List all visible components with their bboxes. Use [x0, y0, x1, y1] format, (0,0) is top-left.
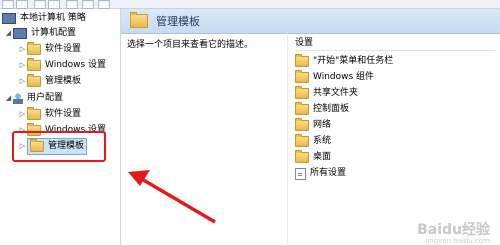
forward-button[interactable] [16, 0, 28, 9]
expand-arrow-icon[interactable]: ▷ [18, 74, 27, 89]
user-icon [13, 93, 23, 104]
list-item-control-panel[interactable]: 控制面板 [295, 102, 349, 117]
details-title: 管理模板 [156, 15, 200, 28]
tree-node-root[interactable]: 本地计算机 策略 [2, 11, 86, 26]
list-item-desktop[interactable]: 桌面 [295, 150, 331, 165]
annotation-highlight-box [12, 131, 106, 162]
list-item-system[interactable]: 系统 [295, 134, 331, 149]
list-item-windows-components[interactable]: Windows 组件 [295, 70, 374, 85]
list-item-label: 所有设置 [310, 168, 347, 178]
tree-node-computer-config[interactable]: ◢ 计算机配置 [4, 26, 76, 41]
list-item-start-menu[interactable]: "开始"菜单和任务栏 [295, 54, 393, 69]
tree-node-label: 计算机配置 [31, 28, 77, 38]
tree-node-label: 软件设置 [45, 44, 82, 54]
collapse-arrow-icon[interactable]: ◢ [4, 26, 13, 41]
list-item-label: 系统 [313, 136, 332, 146]
folder-icon [295, 54, 309, 67]
computer-policy-icon [2, 13, 16, 24]
watermark-url: jingyan.baidu.com [425, 237, 490, 245]
settings-document-icon [295, 167, 306, 180]
folder-icon [27, 74, 41, 87]
list-item-shared-folders[interactable]: 共享文件夹 [295, 86, 358, 101]
expand-arrow-icon[interactable]: ▷ [18, 107, 27, 122]
folder-icon [295, 134, 309, 147]
list-item-label: 控制面板 [313, 104, 350, 114]
details-pane: 管理模板 选择一个项目来查看它的描述。 设置 "开始"菜单和任务栏 Window… [121, 9, 500, 245]
list-item-label: "开始"菜单和任务栏 [313, 56, 394, 66]
folder-icon [27, 58, 41, 71]
list-item-network[interactable]: 网络 [295, 118, 331, 133]
folder-icon [130, 12, 148, 28]
folder-icon [295, 118, 309, 131]
folder-icon [295, 70, 309, 83]
back-button[interactable] [2, 0, 14, 9]
help-button[interactable] [82, 0, 94, 9]
tree-node-label: Windows 设置 [45, 60, 107, 70]
tree-node-software-settings-user[interactable]: ▷ 软件设置 [18, 107, 81, 122]
description-text: 选择一个项目来查看它的描述。 [127, 40, 254, 50]
watermark-logo: Baidu经验 [417, 222, 490, 238]
folder-icon [27, 42, 41, 55]
show-hide-tree-button[interactable] [48, 0, 60, 9]
collapse-arrow-icon[interactable]: ◢ [4, 91, 13, 106]
up-button[interactable] [34, 0, 46, 9]
computer-icon [13, 28, 27, 39]
properties-button[interactable] [66, 0, 78, 9]
toolbar [0, 0, 500, 9]
list-item-label: 桌面 [313, 152, 332, 162]
tree-node-label: 本地计算机 策略 [20, 13, 86, 23]
filter-button[interactable] [98, 0, 110, 9]
column-header-setting[interactable]: 设置 [295, 36, 495, 51]
list-item-label: 网络 [313, 120, 332, 130]
pane-divider[interactable] [287, 33, 288, 245]
details-title-bar: 管理模板 [121, 9, 500, 34]
list-item-all-settings[interactable]: 所有设置 [295, 166, 346, 181]
folder-icon [27, 107, 41, 120]
tree-node-label: 管理模板 [45, 76, 82, 86]
tree-node-user-config[interactable]: ◢ 用户配置 [4, 91, 63, 106]
list-item-label: Windows 组件 [313, 72, 375, 82]
list-item-label: 共享文件夹 [313, 88, 359, 98]
folder-icon [295, 150, 309, 163]
tree-node-admin-templates[interactable]: ▷ 管理模板 [18, 74, 81, 89]
tree-node-windows-settings[interactable]: ▷ Windows 设置 [18, 58, 106, 73]
tree-node-software-settings[interactable]: ▷ 软件设置 [18, 42, 81, 57]
navigation-tree: 本地计算机 策略 ◢ 计算机配置 ▷ 软件设置 ▷ Windows 设置 ▷ 管… [0, 9, 121, 245]
tree-node-label: 软件设置 [45, 109, 82, 119]
expand-arrow-icon[interactable]: ▷ [18, 42, 27, 57]
expand-arrow-icon[interactable]: ▷ [18, 58, 27, 73]
folder-icon [295, 86, 309, 99]
tree-node-label: 用户配置 [27, 93, 64, 103]
folder-icon [295, 102, 309, 115]
